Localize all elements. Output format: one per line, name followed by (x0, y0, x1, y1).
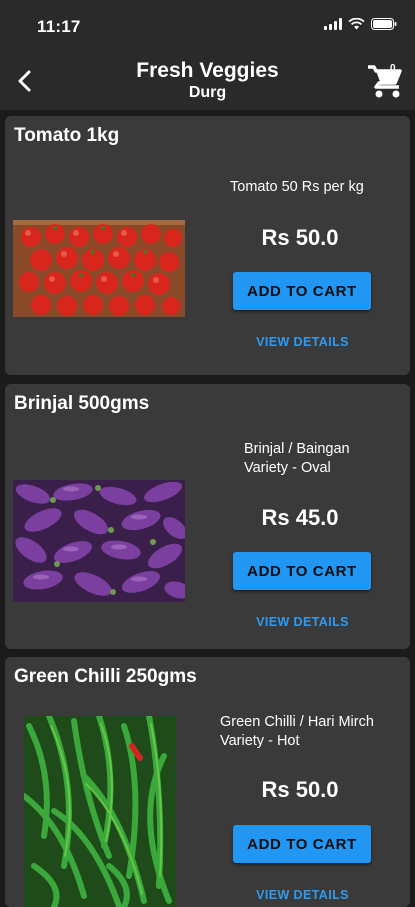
product-card: Brinjal 500gms Brinjal / Baingan Variety… (5, 384, 410, 649)
add-to-cart-button[interactable]: ADD TO CART (233, 825, 371, 863)
status-time: 11:17 (37, 17, 81, 36)
product-price: Rs 45.0 (261, 505, 339, 530)
view-details-button[interactable]: VIEW DETAILS (220, 335, 385, 349)
product-card: Green Chilli 250gms Green Chilli / Hari … (5, 657, 410, 907)
page-subtitle: Durg (188, 84, 227, 101)
product-title: Brinjal 500gms (14, 393, 150, 414)
battery-icon (371, 18, 397, 30)
tomato-image (13, 220, 185, 317)
add-to-cart-button[interactable]: ADD TO CART (233, 272, 371, 310)
description-line: Variety - Hot (220, 733, 300, 749)
status-icons (324, 18, 397, 30)
signal-icon (324, 18, 342, 30)
description-line: Brinjal / Baingan (244, 441, 350, 457)
product-description: Brinjal / Baingan Variety - Oval (244, 440, 350, 478)
product-card: Tomato 1kg Tomato 50 Rs per kg Rs 50.0 A… (5, 116, 410, 375)
app-header: Fresh Veggies Durg (0, 52, 415, 110)
cart-icon[interactable] (366, 62, 406, 100)
description-line: Variety - Oval (244, 460, 331, 476)
wifi-icon (348, 18, 365, 30)
product-title: Green Chilli 250gms (14, 666, 197, 687)
cart-count-badge: 0 (390, 63, 396, 74)
product-price: Rs 50.0 (261, 225, 339, 250)
brinjal-image (13, 480, 185, 602)
description-line: Green Chilli / Hari Mirch (220, 714, 374, 730)
product-description: Green Chilli / Hari Mirch Variety - Hot (220, 713, 374, 751)
product-price: Rs 50.0 (261, 777, 339, 802)
product-title: Tomato 1kg (14, 125, 120, 146)
product-description: Tomato 50 Rs per kg (230, 179, 364, 195)
header-titles: Fresh Veggies Durg (0, 58, 415, 102)
view-details-button[interactable]: VIEW DETAILS (220, 615, 385, 629)
status-bar: 11:17 (0, 0, 415, 52)
green-chilli-image (24, 716, 176, 907)
page-title: Fresh Veggies (136, 59, 279, 82)
add-to-cart-button[interactable]: ADD TO CART (233, 552, 371, 590)
